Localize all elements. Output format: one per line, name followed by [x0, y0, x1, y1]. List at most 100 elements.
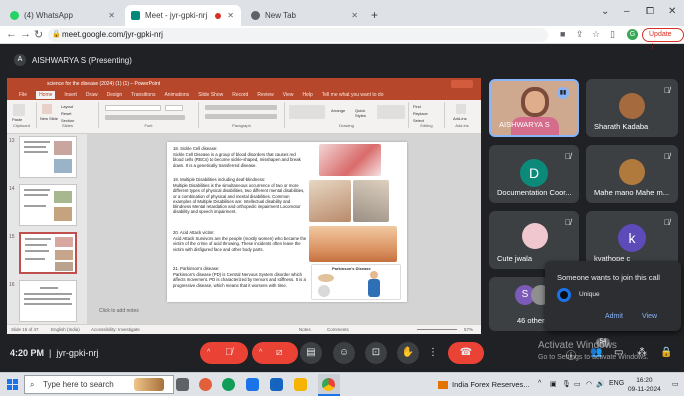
- browser-toolbar: ← → ↻ 🔒 meet.google.com/jyr-gpki-nrj ■ ⇪…: [0, 26, 684, 50]
- slide-body-19: Multiple Disabilities is the simultaneou…: [173, 183, 305, 215]
- powerpoint-ribbon: Paste Clipboard New Slide Layout Reset S…: [7, 100, 481, 134]
- close-window-button[interactable]: ✕: [668, 6, 676, 17]
- powerpoint-status-bar: Slide 15 of 47 English (India) Accessibi…: [7, 324, 481, 334]
- task-view-icon[interactable]: [176, 378, 189, 391]
- mic-off-icon: 🎙̸: [565, 218, 571, 227]
- edge-icon[interactable]: [222, 378, 235, 391]
- copilot-icon[interactable]: [199, 378, 212, 391]
- participant-tile-documentation[interactable]: 🎙̸ D Documentation Coor...: [489, 145, 579, 203]
- microphone-tray-icon[interactable]: 🎙: [562, 380, 571, 388]
- menu-tell-me: Tell me what you want to do: [321, 92, 384, 98]
- view-button[interactable]: View: [642, 313, 657, 320]
- font-size-box: [165, 105, 183, 111]
- input-language[interactable]: ENG: [609, 380, 624, 387]
- menu-draw: Draw: [85, 92, 98, 98]
- weather-widget-icon[interactable]: [134, 378, 164, 391]
- mic-off-icon: 🎙̸: [664, 218, 670, 227]
- reactions-button[interactable]: ☺: [333, 342, 355, 364]
- more-options-button[interactable]: ⋮: [424, 342, 442, 364]
- address-bar[interactable]: 🔒 meet.google.com/jyr-gpki-nrj: [48, 28, 548, 42]
- back-arrow-icon[interactable]: ←: [6, 28, 17, 40]
- raise-hand-icon: ✋: [401, 347, 415, 358]
- participant-name: 46 others: [517, 316, 549, 325]
- maximize-window-button[interactable]: ⧠: [646, 6, 654, 17]
- new-slide-label: New Slide: [40, 116, 59, 121]
- participant-name: Cute jwala: [497, 254, 533, 263]
- news-widget[interactable]: India Forex Reserves...: [438, 380, 530, 390]
- tab-search-icon[interactable]: ⌄: [601, 6, 609, 17]
- participant-name: Documentation Coor...: [497, 188, 572, 197]
- reload-icon[interactable]: ↻: [34, 28, 43, 41]
- participant-tile-mahe[interactable]: 🎙̸ Mahe mano Mahe m...: [586, 145, 678, 203]
- slide-canvas[interactable]: 18. Sickle Cell disease: Sickle Cell Dis…: [87, 134, 481, 324]
- news-text: India Forex Reserves...: [452, 380, 530, 389]
- ribbon-group-label: Font: [144, 123, 153, 128]
- tab-meet[interactable]: Meet - jyr-gpki-nrj ✕: [125, 5, 241, 26]
- close-tab-icon[interactable]: ✕: [227, 11, 234, 20]
- ribbon-group-slides: New Slide Layout Reset Section Slides: [37, 102, 99, 128]
- battery-icon[interactable]: ▭: [574, 380, 581, 388]
- microsoft-store-icon[interactable]: [246, 378, 259, 391]
- menu-view: View: [282, 92, 294, 98]
- ribbon-group-paragraph: Paragraph: [199, 102, 285, 128]
- captions-button[interactable]: ▤: [300, 342, 322, 364]
- participant-tile-aishwarya[interactable]: ▮▮ AISHWARYA S: [489, 79, 579, 137]
- participant-face: [525, 91, 545, 113]
- arrange-label: Arrange: [331, 108, 346, 113]
- leave-call-button[interactable]: ☎: [448, 342, 484, 364]
- share-icon[interactable]: ⇪: [576, 29, 584, 40]
- mail-icon[interactable]: [270, 378, 283, 391]
- powerpoint-menu: File Home Insert Draw Design Transitions…: [7, 90, 481, 100]
- recording-indicator-icon: [215, 12, 221, 19]
- microphone-toggle-button[interactable]: ^ 🎙̸: [200, 342, 248, 364]
- bookmark-star-icon[interactable]: ☆: [592, 29, 600, 40]
- forward-arrow-icon[interactable]: →: [20, 28, 31, 40]
- tray-app-icon[interactable]: ▣: [550, 380, 557, 388]
- slide-body-21: Parkinson's disease (PD) is Central Nerv…: [173, 272, 306, 288]
- windows-start-icon[interactable]: [7, 379, 18, 390]
- close-tab-icon[interactable]: ✕: [108, 11, 115, 20]
- lock-icon: 🔒: [52, 31, 61, 38]
- admit-button[interactable]: Admit: [605, 313, 623, 320]
- ribbon-group-addins: Add-ins Add-ins: [445, 102, 479, 128]
- participant-tile-sharath[interactable]: 🎙̸ Sharath Kadaba: [586, 79, 678, 137]
- camera-in-use-icon[interactable]: ■: [560, 29, 565, 39]
- minimize-window-button[interactable]: –: [624, 6, 630, 17]
- tray-expand-icon[interactable]: ^: [538, 380, 541, 387]
- chrome-taskbar-button[interactable]: [318, 374, 340, 396]
- camera-off-icon: ⧄: [276, 347, 283, 358]
- windows-taskbar: ⌕ Type here to search India Forex Reserv…: [0, 372, 684, 396]
- new-tab-button[interactable]: +: [371, 8, 378, 22]
- camera-toggle-button[interactable]: ^ ⧄: [252, 342, 298, 364]
- menu-home: Home: [36, 91, 56, 99]
- notifications-icon[interactable]: ▭: [672, 380, 679, 388]
- paste-icon: [13, 104, 25, 116]
- update-button[interactable]: Update ⋮: [642, 28, 684, 50]
- side-panel-icon[interactable]: ▯: [610, 29, 615, 40]
- participant-name: AISHWARYA S: [499, 120, 550, 129]
- raise-hand-button[interactable]: ✋: [397, 342, 419, 364]
- news-icon: [438, 381, 448, 390]
- slide-thumbnail: [19, 184, 77, 226]
- taskbar-clock[interactable]: 16:20 09-11-2024: [628, 376, 661, 394]
- volume-icon[interactable]: 🔊: [596, 380, 605, 388]
- slide-count: Slide 15 of 47: [11, 327, 39, 332]
- notes-placeholder: Click to add notes: [99, 308, 139, 314]
- menu-animations: Animations: [164, 92, 190, 98]
- host-controls-icon[interactable]: 🔒: [660, 347, 672, 358]
- shared-screen[interactable]: science for the disease (2024) (1) (1) –…: [7, 78, 481, 334]
- close-tab-icon[interactable]: ✕: [351, 11, 358, 20]
- presenter-label: AISHWARYA S (Presenting): [32, 55, 132, 65]
- profile-avatar[interactable]: G: [627, 29, 638, 40]
- slide-heading-21: 21. Parkinson's disease:: [173, 266, 220, 271]
- tab-whatsapp[interactable]: (4) WhatsApp ✕: [4, 5, 122, 26]
- menu-insert: Insert: [64, 92, 77, 98]
- tab-new-tab[interactable]: New Tab ✕: [245, 5, 365, 26]
- file-explorer-icon[interactable]: [294, 378, 307, 391]
- tab-label: Meet - jyr-gpki-nrj: [145, 11, 208, 20]
- present-screen-button[interactable]: ⊡: [365, 342, 387, 364]
- font-name-box: [105, 105, 161, 111]
- zoom-slider: [417, 329, 457, 330]
- join-request-popup: Someone wants to join this call Unique A…: [545, 261, 681, 331]
- wifi-icon[interactable]: ◠: [586, 380, 592, 388]
